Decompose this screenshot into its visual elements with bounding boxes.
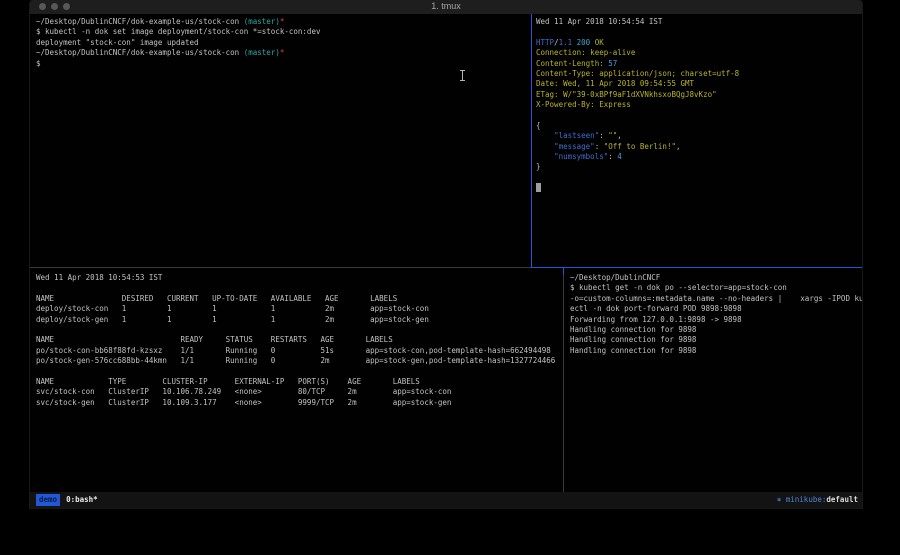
terminal-line — [36, 367, 560, 377]
kube-namespace: default — [826, 495, 858, 504]
terminal-line: Forwarding from 127.0.0.1:9898 -> 9898 — [570, 315, 862, 325]
terminal-line — [36, 325, 560, 335]
terminal-line: NAME DESIRED CURRENT UP-TO-DATE AVAILABL… — [36, 294, 560, 304]
terminal-line — [536, 111, 860, 121]
terminal-line: Handling connection for 9898 — [570, 346, 862, 356]
terminal-line: "message": "Off to Berlin!", — [536, 142, 860, 152]
terminal-line: deploy/stock-gen 1 1 1 1 2m app=stock-ge… — [36, 315, 560, 325]
terminal-line: $ kubectl get -n dok po --selector=app=s… — [570, 283, 862, 293]
status-bar-left: demo 0:bash* — [36, 492, 98, 508]
terminal-line: Date: Wed, 11 Apr 2018 09:54:55 GMT — [536, 79, 860, 89]
window-tab-active[interactable]: 0:bash* — [66, 492, 98, 508]
tmux-status-bar: demo 0:bash* ⎈ minikube:default — [30, 492, 862, 508]
pane-divider-vertical-top[interactable] — [531, 14, 532, 267]
terminal-line: ~/Desktop/DublinCNCF/dok-example-us/stoc… — [36, 48, 528, 58]
pane-divider-horizontal-right-active[interactable] — [531, 267, 862, 268]
terminal-line — [536, 183, 860, 193]
terminal-line: ~/Desktop/DublinCNCF/dok-example-us/stoc… — [36, 17, 528, 27]
terminal-line: ectl -n dok port-forward POD 9898:9898 — [570, 304, 862, 314]
pane-bottom-right-port-forward[interactable]: ~/Desktop/DublinCNCF$ kubectl get -n dok… — [570, 273, 862, 491]
terminal-window: 1. tmux ~/Desktop/DublinCNCF/dok-example… — [30, 0, 862, 508]
session-name-badge: demo — [36, 494, 60, 506]
terminal-line: svc/stock-con ClusterIP 10.106.78.249 <n… — [36, 387, 560, 397]
terminal-line: "lastseen": "", — [536, 131, 860, 141]
terminal-line: $ — [36, 59, 528, 69]
terminal-line — [36, 283, 560, 293]
terminal-line: deploy/stock-con 1 1 1 1 2m app=stock-co… — [36, 304, 560, 314]
pane-divider-horizontal-left[interactable] — [30, 267, 531, 268]
terminal-line: Content-Length: 57 — [536, 59, 860, 69]
terminal-line: "numsymbols": 4 — [536, 152, 860, 162]
window-title: 1. tmux — [30, 1, 862, 11]
terminal-line: X-Powered-By: Express — [536, 100, 860, 110]
status-bar-right: ⎈ minikube:default — [777, 492, 858, 508]
kubernetes-helm-icon: ⎈ — [777, 495, 782, 504]
terminal-line: NAME READY STATUS RESTARTS AGE LABELS — [36, 335, 560, 345]
pane-divider-vertical-bottom[interactable] — [563, 268, 564, 492]
pane-bottom-left-kubectl-watch[interactable]: Wed 11 Apr 2018 10:54:53 IST NAME DESIRED… — [36, 273, 560, 491]
terminal-line: NAME TYPE CLUSTER-IP EXTERNAL-IP PORT(S)… — [36, 377, 560, 387]
terminal-line: } — [536, 162, 860, 172]
terminal-line: { — [536, 121, 860, 131]
terminal-line: Handling connection for 9898 — [570, 325, 862, 335]
terminal-line: Content-Type: application/json; charset=… — [536, 69, 860, 79]
terminal-line: HTTP/1.1 200 OK — [536, 38, 860, 48]
terminal-line: deployment "stock-con" image updated — [36, 38, 528, 48]
terminal-line — [536, 27, 860, 37]
pane-divider-junction — [563, 268, 564, 275]
kube-context: minikube — [786, 495, 822, 504]
terminal-line: ETag: W/"39-0xBPf9aF1dXVNkhsxoBQgJ8vKzo" — [536, 90, 860, 100]
terminal-line — [536, 173, 860, 183]
terminal-line: po/stock-gen-576cc688bb-44kmn 1/1 Runnin… — [36, 356, 560, 366]
pane-top-left-shell[interactable]: ~/Desktop/DublinCNCF/dok-example-us/stoc… — [36, 17, 528, 265]
terminal-line: Wed 11 Apr 2018 10:54:53 IST — [36, 273, 560, 283]
mouse-ibeam-cursor-icon — [460, 70, 465, 81]
terminal-line: Connection: keep-alive — [536, 48, 860, 58]
terminal-line: -o=custom-columns=:metadata.name --no-he… — [570, 294, 862, 304]
terminal-line: ~/Desktop/DublinCNCF — [570, 273, 862, 283]
terminal-line: Wed 11 Apr 2018 10:54:54 IST — [536, 17, 860, 27]
window-titlebar[interactable]: 1. tmux — [30, 0, 862, 14]
terminal-line: svc/stock-gen ClusterIP 10.109.3.177 <no… — [36, 398, 560, 408]
terminal-line: Handling connection for 9898 — [570, 335, 862, 345]
pane-top-right-http-response[interactable]: Wed 11 Apr 2018 10:54:54 IST HTTP/1.1 200… — [536, 17, 860, 265]
terminal-line: po/stock-con-bb68f88fd-kzsxz 1/1 Running… — [36, 346, 560, 356]
tmux-terminal: ~/Desktop/DublinCNCF/dok-example-us/stoc… — [30, 14, 862, 492]
terminal-line: $ kubectl -n dok set image deployment/st… — [36, 27, 528, 37]
